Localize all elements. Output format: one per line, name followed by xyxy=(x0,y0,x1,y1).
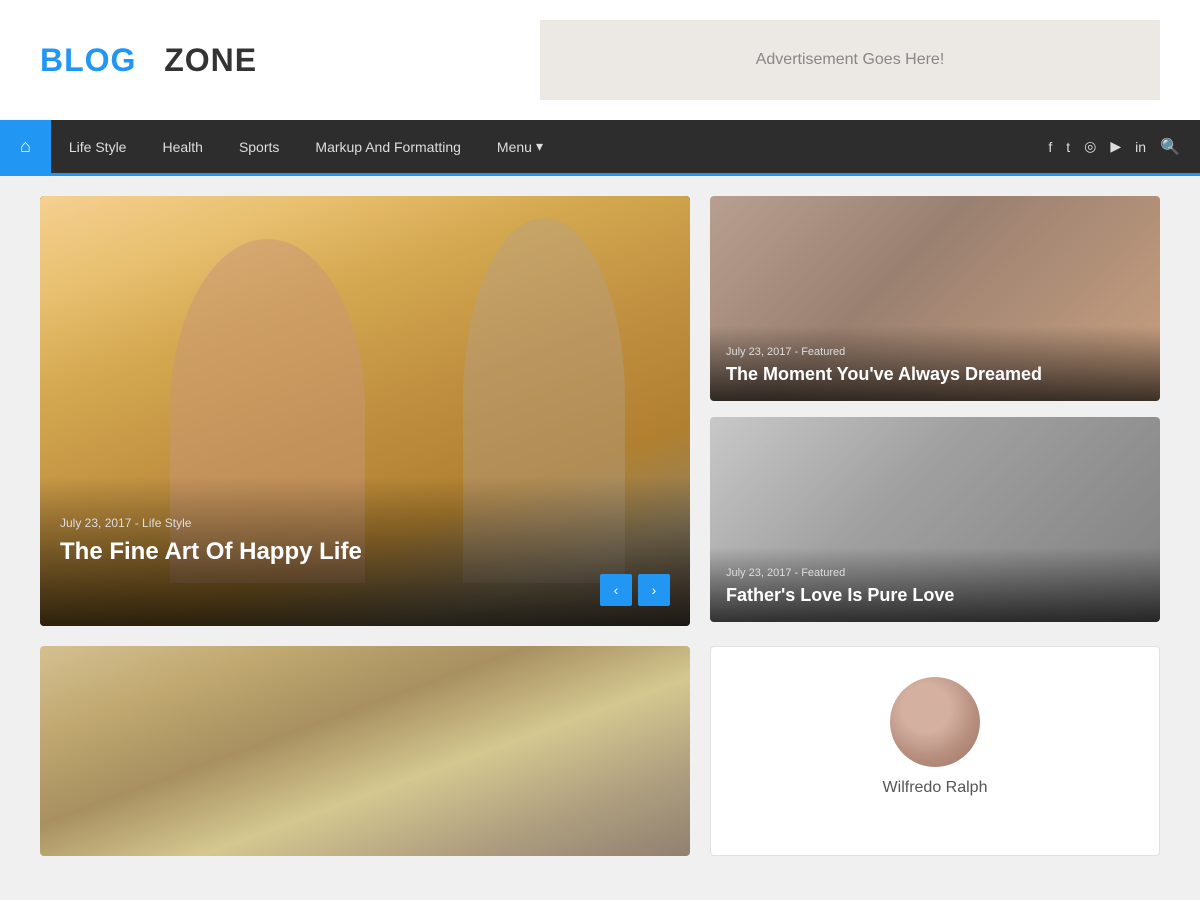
featured-large-meta: July 23, 2017 - Life Style xyxy=(60,516,670,530)
advertisement-banner: Advertisement Goes Here! xyxy=(540,20,1160,100)
facebook-icon[interactable]: f xyxy=(1048,139,1052,155)
second-left-image xyxy=(40,646,690,856)
featured-small-bottom-title: Father's Love Is Pure Love xyxy=(726,585,1144,606)
nav-item-markup[interactable]: Markup And Formatting xyxy=(297,123,479,171)
second-row: Wilfredo Ralph xyxy=(0,646,1200,876)
featured-large-card[interactable]: July 23, 2017 - Life Style The Fine Art … xyxy=(40,196,690,626)
logo-blue: BLOG xyxy=(40,42,136,78)
author-avatar-image xyxy=(890,677,980,767)
nav-menu-dropdown[interactable]: Menu ▾ xyxy=(479,122,561,171)
nav-item-health[interactable]: Health xyxy=(144,123,220,171)
youtube-icon[interactable]: ▶ xyxy=(1110,138,1121,155)
slider-controls: ‹ › xyxy=(600,574,670,606)
nav-item-lifestyle[interactable]: Life Style xyxy=(51,123,145,171)
author-widget: Wilfredo Ralph xyxy=(710,646,1160,856)
author-avatar xyxy=(890,677,980,767)
featured-small-bottom[interactable]: July 23, 2017 - Featured Father's Love I… xyxy=(710,417,1160,622)
search-icon[interactable]: 🔍 xyxy=(1160,137,1180,157)
featured-small-bottom-overlay: July 23, 2017 - Featured Father's Love I… xyxy=(710,547,1160,622)
nav-social-icons: f t ◎ ▶ in 🔍 xyxy=(1048,137,1200,157)
second-left-card[interactable] xyxy=(40,646,690,856)
instagram-icon[interactable]: ◎ xyxy=(1084,138,1096,155)
main-content: July 23, 2017 - Life Style The Fine Art … xyxy=(0,176,1200,646)
linkedin-icon[interactable]: in xyxy=(1135,139,1146,155)
featured-small-top-overlay: July 23, 2017 - Featured The Moment You'… xyxy=(710,326,1160,401)
featured-large-overlay: July 23, 2017 - Life Style The Fine Art … xyxy=(40,476,690,626)
author-name: Wilfredo Ralph xyxy=(883,779,988,797)
nav-home-button[interactable]: ⌂ xyxy=(0,120,51,173)
logo-dark: ZONE xyxy=(164,42,257,78)
featured-small-bottom-meta: July 23, 2017 - Featured xyxy=(726,567,1144,579)
slider-prev-button[interactable]: ‹ xyxy=(600,574,632,606)
ad-text: Advertisement Goes Here! xyxy=(756,51,945,69)
featured-large-title: The Fine Art Of Happy Life xyxy=(60,538,670,566)
twitter-icon[interactable]: t xyxy=(1066,139,1070,155)
featured-small-top[interactable]: July 23, 2017 - Featured The Moment You'… xyxy=(710,196,1160,401)
site-header: BLOG ZONE Advertisement Goes Here! xyxy=(0,0,1200,120)
featured-small-top-title: The Moment You've Always Dreamed xyxy=(726,364,1144,385)
slider-next-button[interactable]: › xyxy=(638,574,670,606)
nav-item-sports[interactable]: Sports xyxy=(221,123,297,171)
nav-left: ⌂ Life Style Health Sports Markup And Fo… xyxy=(0,120,561,173)
site-logo[interactable]: BLOG ZONE xyxy=(40,42,257,79)
featured-small-top-meta: July 23, 2017 - Featured xyxy=(726,346,1144,358)
right-column: July 23, 2017 - Featured The Moment You'… xyxy=(710,196,1160,626)
main-nav: ⌂ Life Style Health Sports Markup And Fo… xyxy=(0,120,1200,176)
